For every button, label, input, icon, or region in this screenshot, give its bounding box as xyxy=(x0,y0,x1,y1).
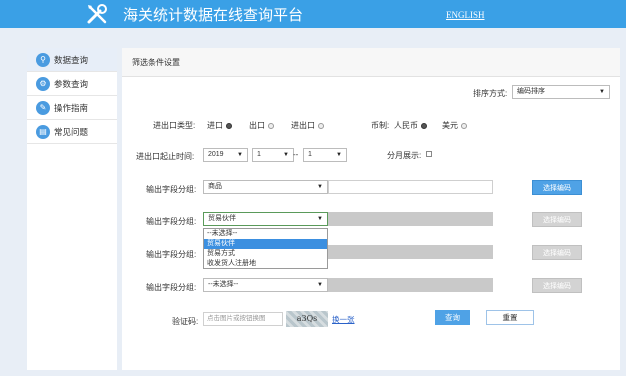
year-value: 2019 xyxy=(208,151,224,158)
sidebar-item-label: 常见问题 xyxy=(54,127,89,137)
radio-dot xyxy=(268,122,274,129)
sidebar-item-label: 操作指南 xyxy=(54,103,89,113)
chevron-down-icon: ▼ xyxy=(237,152,243,158)
radio-dot xyxy=(461,122,467,129)
monthly-label: 分月展示: xyxy=(387,151,422,160)
monthly-checkbox[interactable] xyxy=(426,151,432,157)
chevron-down-icon: ▼ xyxy=(336,152,342,158)
period-separator: -- xyxy=(293,150,299,159)
code-field-4 xyxy=(328,278,493,292)
currency-label: 币制: xyxy=(371,121,390,130)
radio-import[interactable]: 进口 xyxy=(207,120,232,131)
group-select-2[interactable]: 贸易伙伴 ▼ xyxy=(203,212,328,226)
chevron-down-icon: ▼ xyxy=(317,184,323,190)
radio-import-export-label: 进出口 xyxy=(291,121,315,130)
month-end-select[interactable]: 1 ▼ xyxy=(303,148,347,162)
dropdown-option[interactable]: 贸易伙伴 xyxy=(204,239,327,249)
dropdown-option[interactable]: --未选择-- xyxy=(204,229,327,239)
group-dropdown-list: --未选择-- 贸易伙伴 贸易方式 收发货人注册地 xyxy=(203,228,328,269)
captcha-label: 验证码: xyxy=(172,317,199,326)
month-start-value: 1 xyxy=(257,151,261,158)
query-button[interactable]: 查询 xyxy=(435,310,470,325)
radio-cny[interactable]: 人民币 xyxy=(394,120,427,131)
captcha-input[interactable]: 点击图片或按钮换图 xyxy=(203,312,283,326)
radio-dot xyxy=(226,122,232,129)
select-code-button[interactable]: 选择编码 xyxy=(532,180,582,195)
radio-usd-label: 美元 xyxy=(442,121,458,130)
gear-icon: ⚙ xyxy=(36,77,50,91)
captcha-image[interactable]: a3Qs xyxy=(286,311,328,327)
wrench-screwdriver-icon xyxy=(87,4,107,24)
top-header: 海关统计数据在线查询平台 ENGLISH xyxy=(0,0,626,28)
radio-usd[interactable]: 美元 xyxy=(442,120,467,131)
dropdown-option[interactable]: 贸易方式 xyxy=(204,249,327,259)
group-label: 输出字段分组: xyxy=(146,185,197,194)
sidebar-item-param-query[interactable]: ⚙ 参数查询 xyxy=(27,72,117,96)
select-code-button: 选择编码 xyxy=(532,245,582,260)
chevron-down-icon: ▼ xyxy=(283,152,289,158)
group-label: 输出字段分组: xyxy=(146,283,197,292)
group-label: 输出字段分组: xyxy=(146,250,197,259)
sort-label: 排序方式: xyxy=(473,89,508,98)
group-value: 商品 xyxy=(208,183,222,190)
radio-export-label: 出口 xyxy=(249,121,265,130)
sidebar-item-guide[interactable]: ✎ 操作指南 xyxy=(27,96,117,120)
sidebar-item-faq[interactable]: ▤ 常见问题 xyxy=(27,120,117,144)
group-select-1[interactable]: 商品 ▼ xyxy=(203,180,328,194)
group-select-4[interactable]: --未选择-- ▼ xyxy=(203,278,328,292)
group-value: 贸易伙伴 xyxy=(208,215,236,222)
trade-type-label: 进出口类型: xyxy=(153,121,196,130)
radio-import-export[interactable]: 进出口 xyxy=(291,120,324,131)
radio-import-label: 进口 xyxy=(207,121,223,130)
code-field-1[interactable] xyxy=(328,180,493,194)
sort-select[interactable]: 编码排序 ▼ xyxy=(512,85,610,99)
chevron-down-icon: ▼ xyxy=(599,89,605,95)
select-code-button: 选择编码 xyxy=(532,212,582,227)
radio-cny-label: 人民币 xyxy=(394,121,418,130)
chevron-down-icon: ▼ xyxy=(317,216,323,222)
chevron-down-icon: ▼ xyxy=(317,282,323,288)
search-icon: ⚲ xyxy=(36,53,50,67)
select-code-button: 选择编码 xyxy=(532,278,582,293)
english-link[interactable]: ENGLISH xyxy=(446,10,485,20)
book-icon: ✎ xyxy=(36,101,50,115)
sidebar-item-data-query[interactable]: ⚲ 数据查询 xyxy=(27,48,117,72)
group-label: 输出字段分组: xyxy=(146,217,197,226)
month-start-select[interactable]: 1 ▼ xyxy=(252,148,294,162)
dropdown-option[interactable]: 收发货人注册地 xyxy=(204,259,327,269)
month-end-value: 1 xyxy=(308,151,312,158)
question-icon: ▤ xyxy=(36,125,50,139)
radio-dot xyxy=(318,122,324,129)
reset-button[interactable]: 重置 xyxy=(486,310,534,325)
panel-title: 筛选条件设置 xyxy=(122,48,620,77)
site-title: 海关统计数据在线查询平台 xyxy=(123,6,304,24)
sort-value: 编码排序 xyxy=(517,88,545,95)
code-field-3 xyxy=(328,245,493,259)
sidebar-item-label: 参数查询 xyxy=(54,79,89,89)
radio-export[interactable]: 出口 xyxy=(249,120,274,131)
year-select[interactable]: 2019 ▼ xyxy=(203,148,248,162)
sidebar: ⚲ 数据查询 ⚙ 参数查询 ✎ 操作指南 ▤ 常见问题 xyxy=(27,48,117,370)
period-label: 进出口起止时间: xyxy=(136,152,195,161)
sidebar-item-label: 数据查询 xyxy=(54,55,89,65)
radio-dot xyxy=(421,122,427,129)
group-value: --未选择-- xyxy=(208,281,239,288)
captcha-refresh-link[interactable]: 换一张 xyxy=(332,314,355,325)
code-field-2 xyxy=(328,212,493,226)
